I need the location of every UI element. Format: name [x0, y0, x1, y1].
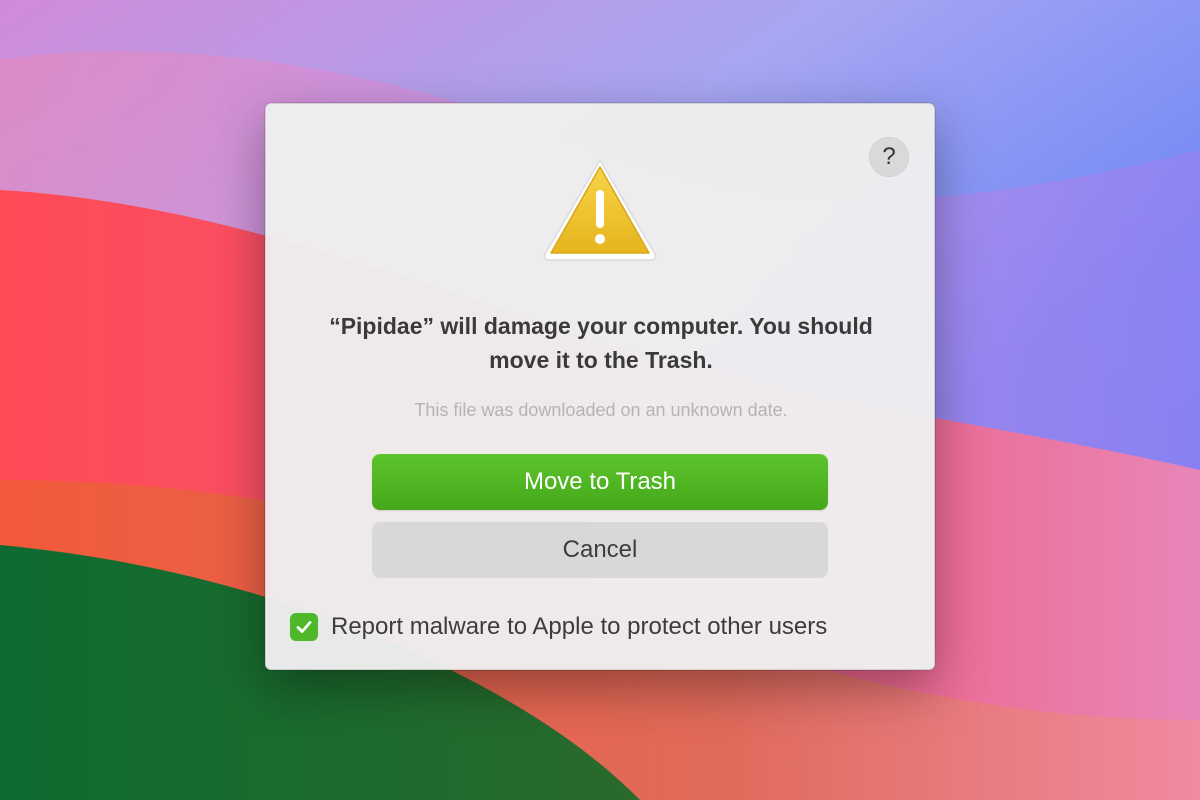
desktop: ? “Pipidae” will damage your computer. Y…: [0, 0, 1200, 800]
alert-headline: “Pipidae” will damage your computer. You…: [329, 313, 873, 373]
checkmark-icon: [296, 621, 312, 633]
warning-triangle-icon: [543, 159, 657, 261]
report-malware-checkbox[interactable]: [290, 613, 318, 641]
cancel-button[interactable]: Cancel: [372, 522, 828, 578]
report-malware-label: Report malware to Apple to protect other…: [331, 613, 828, 640]
report-malware-option[interactable]: Report malware to Apple to protect other…: [290, 612, 827, 642]
move-to-trash-button[interactable]: Move to Trash: [372, 454, 828, 510]
help-button[interactable]: ?: [869, 137, 909, 177]
alert-subtext: This file was downloaded on an unknown d…: [414, 400, 788, 420]
malware-alert-dialog: ? “Pipidae” will damage your computer. Y…: [265, 103, 935, 670]
